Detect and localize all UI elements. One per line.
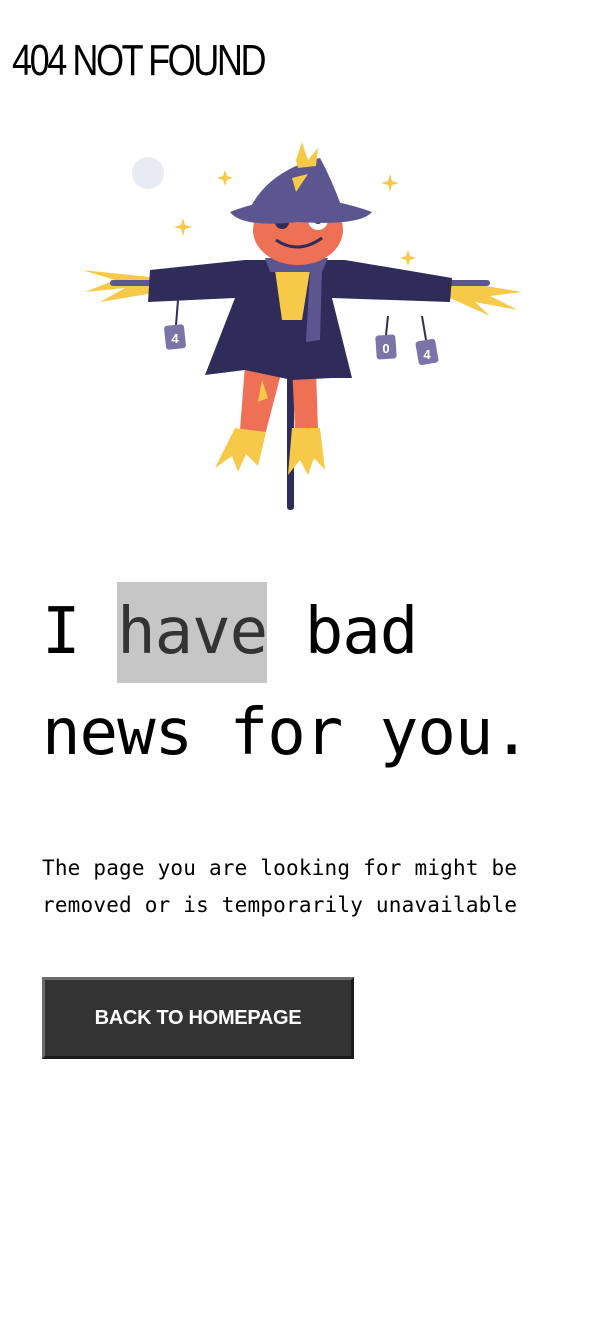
moon-icon xyxy=(132,157,164,189)
back-to-homepage-button[interactable]: BACK TO HOMEPAGE xyxy=(42,977,354,1059)
error-description: The page you are looking for might be re… xyxy=(42,856,518,917)
page-title: 404 NOT FOUND xyxy=(12,36,267,85)
headline: I have bad news for you. xyxy=(42,582,602,784)
can-label: 4 xyxy=(171,331,179,346)
headline-highlight: have xyxy=(117,582,268,683)
scarecrow-illustration: 4 0 4 xyxy=(70,130,530,520)
can-label: 0 xyxy=(382,341,389,356)
can-label: 4 xyxy=(423,347,431,362)
headline-before: I xyxy=(42,595,118,669)
